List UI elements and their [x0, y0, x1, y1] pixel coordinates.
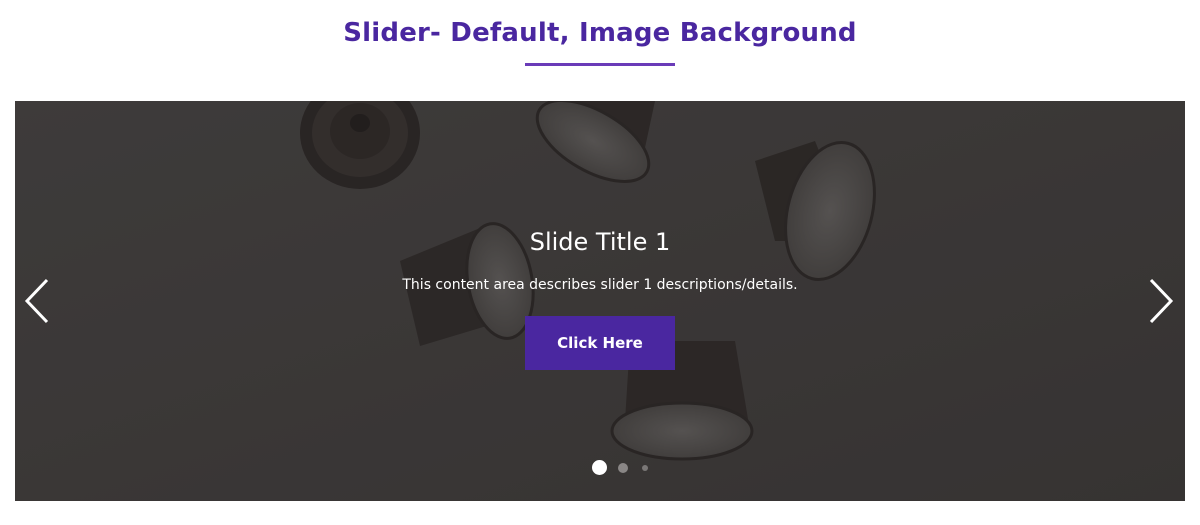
slide-pagination	[15, 460, 1185, 476]
chevron-right-icon	[1149, 278, 1174, 324]
slide-title: Slide Title 1	[529, 228, 671, 256]
title-underline	[525, 63, 675, 66]
slide-description: This content area describes slider 1 des…	[402, 277, 798, 293]
slide-content: Slide Title 1 This content area describe…	[15, 101, 1185, 501]
chevron-left-icon	[24, 278, 49, 324]
image-slider: Slide Title 1 This content area describe…	[15, 101, 1185, 501]
slide-dot-3[interactable]	[642, 465, 648, 471]
slide-dot-1[interactable]	[592, 460, 607, 475]
section-title: Slider- Default, Image Background	[343, 18, 857, 48]
click-here-button[interactable]: Click Here	[525, 316, 675, 370]
previous-slide-button[interactable]	[23, 276, 53, 326]
slide-dot-2[interactable]	[618, 463, 628, 473]
next-slide-button[interactable]	[1145, 276, 1175, 326]
